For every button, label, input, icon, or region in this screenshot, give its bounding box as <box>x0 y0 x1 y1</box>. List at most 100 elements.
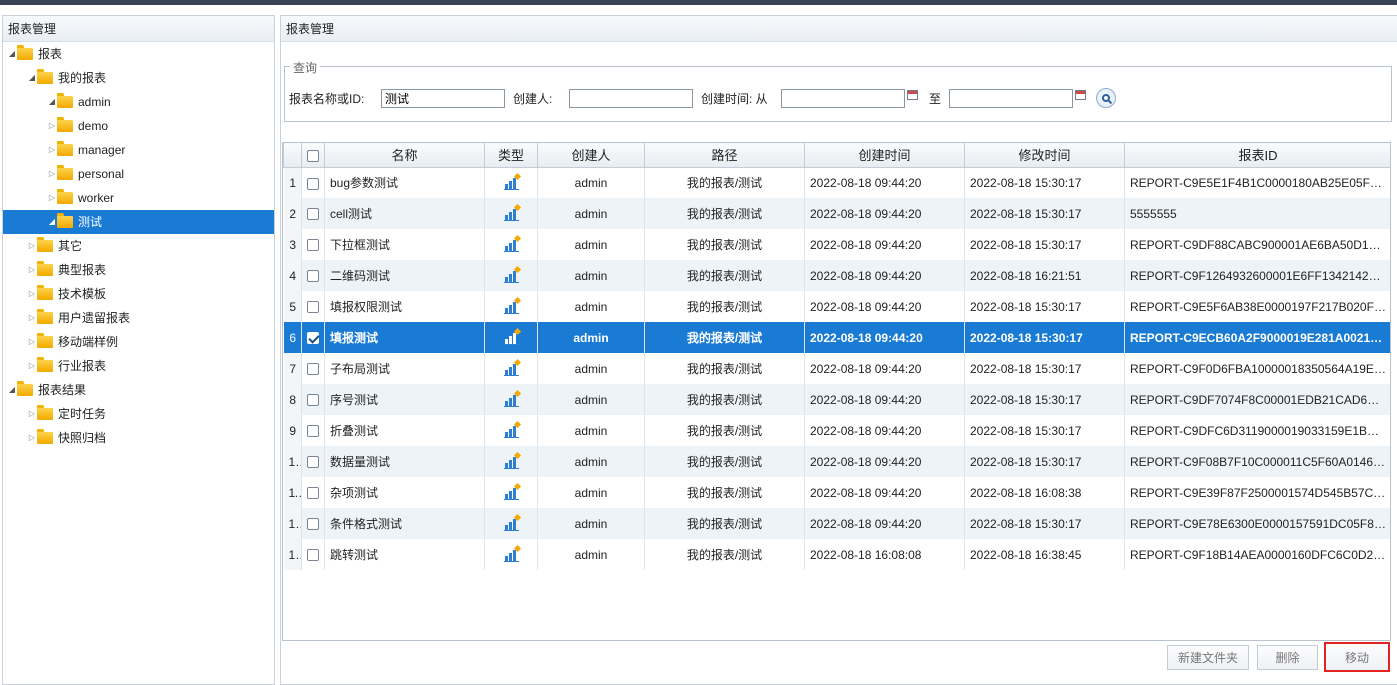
tree-node[interactable]: ▷ 用户遗留报表 <box>3 306 274 330</box>
table-row[interactable]: 11 杂项测试 admin 我的报表/测试 2022-08-18 09:44:20 202… <box>283 477 1390 508</box>
report-name[interactable]: 序号测试 <box>324 384 485 415</box>
row-checkbox-cell[interactable] <box>301 353 325 384</box>
collapsed-arrow-icon[interactable]: ▷ <box>47 114 57 138</box>
tree-node[interactable]: ▷ 快照归档 <box>3 426 274 450</box>
delete-button[interactable]: 删除 <box>1257 645 1318 670</box>
report-name[interactable]: 折叠测试 <box>324 415 485 446</box>
table-row[interactable]: 10 数据量测试 admin 我的报表/测试 2022-08-18 09:44:20 20… <box>283 446 1390 477</box>
row-checkbox-cell[interactable] <box>301 260 325 291</box>
report-name[interactable]: 填报测试 <box>324 322 485 353</box>
table-row[interactable]: 4 二维码测试 admin 我的报表/测试 2022-08-18 09:44:20 202… <box>283 260 1390 291</box>
tree-node[interactable]: ▷ 移动端样例 <box>3 330 274 354</box>
expanded-arrow-icon[interactable]: ◢ <box>47 90 57 114</box>
row-checkbox[interactable] <box>307 425 319 438</box>
table-row[interactable]: 3 下拉框测试 admin 我的报表/测试 2022-08-18 09:44:20 202… <box>283 229 1390 260</box>
calendar-icon[interactable] <box>907 90 918 100</box>
name-or-id-input[interactable] <box>381 89 505 108</box>
tree-node[interactable]: ▷ 行业报表 <box>3 354 274 378</box>
row-checkbox[interactable] <box>307 177 319 190</box>
report-name[interactable]: 二维码测试 <box>324 260 485 291</box>
column-header-created-time[interactable]: 创建时间 <box>804 143 965 168</box>
collapsed-arrow-icon[interactable]: ▷ <box>27 258 37 282</box>
collapsed-arrow-icon[interactable]: ▷ <box>27 426 37 450</box>
collapsed-arrow-icon[interactable]: ▷ <box>27 330 37 354</box>
tree-node[interactable]: ◢ admin <box>3 90 274 114</box>
table-row[interactable]: 12 条件格式测试 admin 我的报表/测试 2022-08-18 09:44:20 2… <box>283 508 1390 539</box>
row-checkbox-cell[interactable] <box>301 167 325 198</box>
collapsed-arrow-icon[interactable]: ▷ <box>47 162 57 186</box>
expanded-arrow-icon[interactable]: ◢ <box>27 66 37 90</box>
report-name[interactable]: bug参数测试 <box>324 167 485 198</box>
collapsed-arrow-icon[interactable]: ▷ <box>27 282 37 306</box>
tree-node[interactable]: ◢ 报表 <box>3 42 274 66</box>
table-row[interactable]: 7 子布局测试 admin 我的报表/测试 2022-08-18 09:44:20 202… <box>283 353 1390 384</box>
collapsed-arrow-icon[interactable]: ▷ <box>47 138 57 162</box>
collapsed-arrow-icon[interactable]: ▷ <box>47 186 57 210</box>
row-checkbox[interactable] <box>307 332 319 345</box>
table-row[interactable]: 2 cell测试 admin 我的报表/测试 2022-08-18 09:44:20 20… <box>283 198 1390 229</box>
report-name[interactable]: 杂项测试 <box>324 477 485 508</box>
row-checkbox-cell[interactable] <box>301 322 325 353</box>
collapsed-arrow-icon[interactable]: ▷ <box>27 354 37 378</box>
table-row[interactable]: 13 跳转测试 admin 我的报表/测试 2022-08-18 16:08:08 202… <box>283 539 1390 570</box>
report-name[interactable]: 填报权限测试 <box>324 291 485 322</box>
row-checkbox-cell[interactable] <box>301 384 325 415</box>
row-checkbox[interactable] <box>307 270 319 283</box>
select-all-checkbox-cell[interactable] <box>301 143 325 168</box>
row-checkbox[interactable] <box>307 208 319 221</box>
new-folder-button[interactable]: 新建文件夹 <box>1167 645 1249 670</box>
column-header-modified-time[interactable]: 修改时间 <box>964 143 1125 168</box>
row-checkbox[interactable] <box>307 456 319 469</box>
column-header-creator[interactable]: 创建人 <box>537 143 645 168</box>
row-checkbox[interactable] <box>307 518 319 531</box>
tree-node[interactable]: ▷ personal <box>3 162 274 186</box>
collapsed-arrow-icon[interactable]: ▷ <box>27 234 37 258</box>
tree-node[interactable]: ▷ demo <box>3 114 274 138</box>
row-checkbox[interactable] <box>307 363 319 376</box>
row-checkbox[interactable] <box>307 487 319 500</box>
tree-node[interactable]: ◢ 测试 <box>3 210 274 234</box>
search-button[interactable] <box>1096 88 1116 108</box>
row-checkbox-cell[interactable] <box>301 539 325 570</box>
table-row[interactable]: 5 填报权限测试 admin 我的报表/测试 2022-08-18 09:44:20 20… <box>283 291 1390 322</box>
table-row[interactable]: 8 序号测试 admin 我的报表/测试 2022-08-18 09:44:20 2022… <box>283 384 1390 415</box>
tree-node[interactable]: ▷ worker <box>3 186 274 210</box>
row-checkbox-cell[interactable] <box>301 415 325 446</box>
collapsed-arrow-icon[interactable]: ▷ <box>27 306 37 330</box>
tree-node[interactable]: ▷ manager <box>3 138 274 162</box>
expanded-arrow-icon[interactable]: ◢ <box>7 378 17 402</box>
table-row[interactable]: 9 折叠测试 admin 我的报表/测试 2022-08-18 09:44:20 2022… <box>283 415 1390 446</box>
creator-input[interactable] <box>569 89 693 108</box>
tree-node[interactable]: ▷ 技术模板 <box>3 282 274 306</box>
select-all-checkbox[interactable] <box>307 149 319 162</box>
table-row[interactable]: 1 bug参数测试 admin 我的报表/测试 2022-08-18 09:44:20 2… <box>283 167 1390 198</box>
collapsed-arrow-icon[interactable]: ▷ <box>27 402 37 426</box>
report-name[interactable]: cell测试 <box>324 198 485 229</box>
created-from-input[interactable] <box>781 89 905 108</box>
row-checkbox-cell[interactable] <box>301 446 325 477</box>
column-header-type[interactable]: 类型 <box>484 143 538 168</box>
row-checkbox-cell[interactable] <box>301 198 325 229</box>
tree-node[interactable]: ▷ 典型报表 <box>3 258 274 282</box>
move-button[interactable]: 移动 <box>1324 642 1390 672</box>
report-name[interactable]: 子布局测试 <box>324 353 485 384</box>
expanded-arrow-icon[interactable]: ◢ <box>7 42 17 66</box>
created-to-input[interactable] <box>949 89 1073 108</box>
row-checkbox[interactable] <box>307 394 319 407</box>
column-header-report-id[interactable]: 报表ID <box>1124 143 1390 168</box>
report-name[interactable]: 数据量测试 <box>324 446 485 477</box>
report-name[interactable]: 跳转测试 <box>324 539 485 570</box>
row-checkbox[interactable] <box>307 549 319 562</box>
column-header-path[interactable]: 路径 <box>644 143 805 168</box>
row-checkbox-cell[interactable] <box>301 508 325 539</box>
calendar-icon[interactable] <box>1075 90 1086 100</box>
tree-node[interactable]: ◢ 报表结果 <box>3 378 274 402</box>
row-checkbox[interactable] <box>307 301 319 314</box>
expanded-arrow-icon[interactable]: ◢ <box>47 210 57 234</box>
row-checkbox-cell[interactable] <box>301 291 325 322</box>
row-checkbox-cell[interactable] <box>301 477 325 508</box>
table-row[interactable]: 6 填报测试 admin 我的报表/测试 2022-08-18 09:44:20 2022… <box>283 322 1390 353</box>
row-checkbox-cell[interactable] <box>301 229 325 260</box>
tree-node[interactable]: ◢ 我的报表 <box>3 66 274 90</box>
column-header-name[interactable]: 名称 <box>324 143 485 168</box>
